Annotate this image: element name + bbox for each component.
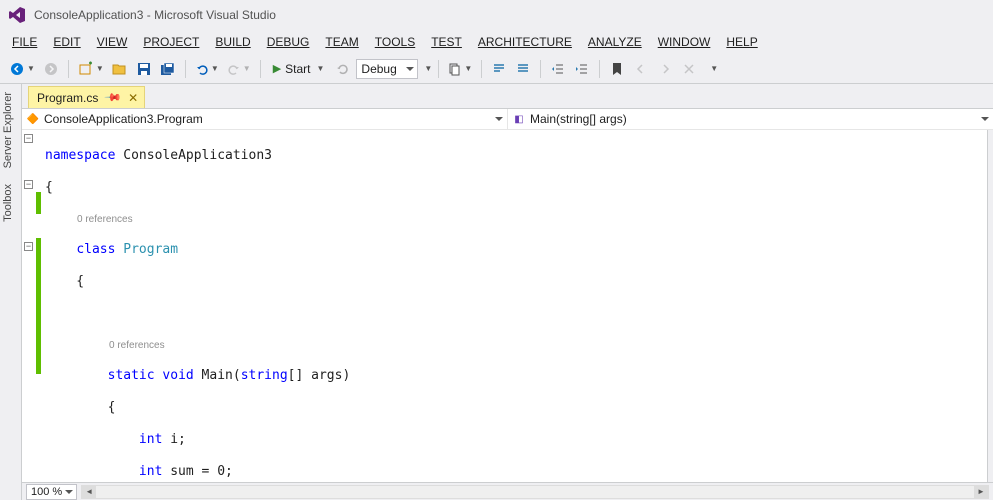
close-icon[interactable]: ✕: [128, 91, 138, 105]
menu-test[interactable]: TEST: [423, 32, 470, 52]
toolbox-tab[interactable]: Toolbox: [0, 176, 21, 230]
menu-bar: FILE EDIT VIEW PROJECT BUILD DEBUG TEAM …: [0, 30, 993, 54]
play-icon: ▶: [273, 62, 281, 75]
vertical-scrollbar[interactable]: [987, 130, 993, 482]
nav-back-button[interactable]: ▼: [6, 58, 38, 80]
outline-gutter[interactable]: − − −: [22, 130, 36, 482]
menu-build[interactable]: BUILD: [207, 32, 258, 52]
menu-window[interactable]: WINDOW: [650, 32, 719, 52]
next-bookmark-button[interactable]: [654, 58, 676, 80]
bookmark-button[interactable]: [606, 58, 628, 80]
server-explorer-tab[interactable]: Server Explorer: [0, 84, 21, 176]
save-button[interactable]: [133, 58, 155, 80]
vs-logo-icon: [8, 6, 26, 24]
prev-bookmark-button[interactable]: [630, 58, 652, 80]
menu-team[interactable]: TEAM: [317, 32, 366, 52]
codelens-references[interactable]: 0 references: [45, 212, 987, 226]
collapse-icon[interactable]: −: [24, 134, 33, 143]
member-nav-label: Main(string[] args): [530, 112, 627, 126]
scroll-right-icon[interactable]: ►: [974, 486, 988, 498]
clear-bookmarks-button[interactable]: [678, 58, 700, 80]
collapse-icon[interactable]: −: [24, 180, 33, 189]
zoom-value: 100 %: [31, 486, 62, 498]
document-tabs: Program.cs 📌 ✕: [22, 84, 993, 108]
title-bar: ConsoleApplication3 - Microsoft Visual S…: [0, 0, 993, 30]
menu-analyze[interactable]: ANALYZE: [580, 32, 650, 52]
nav-forward-button[interactable]: [40, 58, 62, 80]
solution-config-select[interactable]: Debug: [356, 59, 418, 79]
menu-debug[interactable]: DEBUG: [259, 32, 318, 52]
toolbar: ▼ ▼ ▼ ▼ ▶ Start ▼ Debug ▼ ▼: [0, 54, 993, 84]
method-icon: ◧: [512, 112, 526, 126]
find-in-files-button[interactable]: ▼: [445, 58, 475, 80]
config-value: Debug: [361, 62, 396, 76]
decrease-indent-button[interactable]: [547, 58, 569, 80]
navigation-bar: 🔶 ConsoleApplication3.Program ◧ Main(str…: [22, 108, 993, 130]
type-nav-label: ConsoleApplication3.Program: [44, 112, 203, 126]
code-editor[interactable]: − − − namespace ConsoleApplication3 { 0 …: [22, 130, 993, 482]
browser-link-refresh-button[interactable]: [332, 58, 354, 80]
horizontal-scrollbar[interactable]: ◄ ►: [81, 485, 989, 499]
editor-status-strip: 100 % ◄ ►: [22, 482, 993, 500]
code-text[interactable]: namespace ConsoleApplication3 { 0 refere…: [41, 130, 987, 482]
side-tool-tabs: Server Explorer Toolbox: [0, 84, 22, 500]
menu-tools[interactable]: TOOLS: [367, 32, 423, 52]
document-tab-label: Program.cs: [37, 91, 98, 105]
collapse-icon[interactable]: −: [24, 242, 33, 251]
start-debug-button[interactable]: ▶ Start ▼: [267, 58, 331, 80]
undo-button[interactable]: ▼: [192, 58, 222, 80]
new-project-button[interactable]: ▼: [75, 58, 107, 80]
redo-button[interactable]: ▼: [224, 58, 254, 80]
document-tab-program[interactable]: Program.cs 📌 ✕: [28, 86, 145, 108]
type-nav-dropdown[interactable]: 🔶 ConsoleApplication3.Program: [22, 109, 508, 129]
menu-help[interactable]: HELP: [718, 32, 765, 52]
open-file-button[interactable]: [109, 58, 131, 80]
menu-file[interactable]: FILE: [4, 32, 45, 52]
codelens-references[interactable]: 0 references: [45, 338, 987, 352]
uncomment-button[interactable]: [512, 58, 534, 80]
menu-edit[interactable]: EDIT: [45, 32, 88, 52]
comment-button[interactable]: [488, 58, 510, 80]
scroll-left-icon[interactable]: ◄: [82, 486, 96, 498]
zoom-select[interactable]: 100 %: [26, 484, 77, 500]
class-icon: 🔶: [26, 112, 40, 126]
start-label: Start: [285, 62, 310, 76]
menu-project[interactable]: PROJECT: [135, 32, 207, 52]
pin-icon[interactable]: 📌: [104, 88, 123, 107]
member-nav-dropdown[interactable]: ◧ Main(string[] args): [508, 109, 993, 129]
menu-architecture[interactable]: ARCHITECTURE: [470, 32, 580, 52]
menu-view[interactable]: VIEW: [89, 32, 136, 52]
window-title: ConsoleApplication3 - Microsoft Visual S…: [34, 8, 276, 22]
save-all-button[interactable]: [157, 58, 179, 80]
increase-indent-button[interactable]: [571, 58, 593, 80]
